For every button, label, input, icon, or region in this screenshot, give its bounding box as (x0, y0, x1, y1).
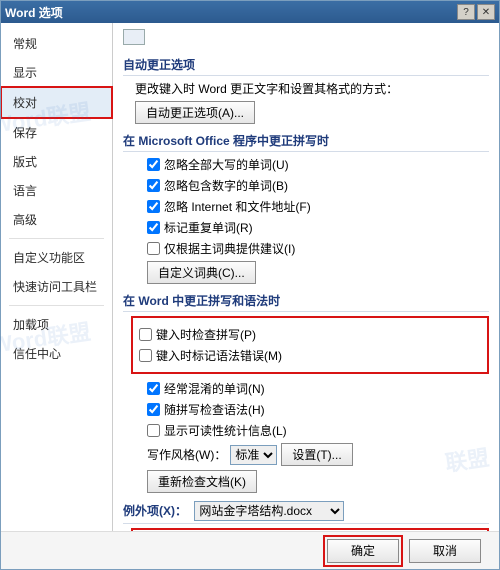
cb-flag-repeated[interactable]: 标记重复单词(R) (147, 219, 253, 236)
section-exceptions: 例外项(X)： 网站金字塔结构.docx (123, 501, 489, 524)
top-icon-row (123, 29, 489, 48)
title-text: Word 选项 (5, 4, 455, 21)
cb-check-grammar-with-spelling[interactable]: 随拼写检查语法(H) (147, 401, 265, 418)
sidebar: Word联盟 Word联盟 常规 显示 校对 保存 版式 语言 高级 自定义功能… (1, 23, 113, 531)
cb-ignore-internet[interactable]: 忽略 Internet 和文件地址(F) (147, 198, 311, 215)
cancel-button[interactable]: 取消 (409, 539, 481, 563)
word-options-dialog: Word 选项 ? ✕ Word联盟 Word联盟 常规 显示 校对 保存 版式… (0, 0, 500, 570)
sidebar-item-save[interactable]: 保存 (1, 118, 112, 147)
cb-ignore-numbers[interactable]: 忽略包含数字的单词(B) (147, 177, 288, 194)
cb-main-dict-only[interactable]: 仅根据主词典提供建议(I) (147, 240, 295, 257)
autocorrect-options-button[interactable]: 自动更正选项(A)... (135, 101, 255, 124)
divider (9, 305, 104, 306)
dialog-footer: 确定 取消 (1, 531, 499, 569)
section-autocorrect-options: 自动更正选项 (123, 56, 489, 76)
close-button[interactable]: ✕ (477, 4, 495, 20)
cb-mark-grammar-as-type[interactable]: 键入时标记语法错误(M) (139, 347, 282, 364)
titlebar: Word 选项 ? ✕ (1, 1, 499, 23)
section-word-spelling-grammar: 在 Word 中更正拼写和语法时 (123, 292, 489, 312)
sidebar-item-proofing[interactable]: 校对 (1, 87, 112, 118)
cb-ignore-uppercase[interactable]: 忽略全部大写的单词(U) (147, 156, 289, 173)
sidebar-item-addins[interactable]: 加载项 (1, 310, 112, 339)
highlighted-options-box: 键入时检查拼写(P) 键入时标记语法错误(M) (131, 316, 489, 374)
divider (9, 238, 104, 239)
recheck-document-button[interactable]: 重新检查文档(K) (147, 470, 257, 493)
sidebar-item-language[interactable]: 语言 (1, 176, 112, 205)
cb-check-spelling-as-type[interactable]: 键入时检查拼写(P) (139, 326, 256, 343)
cb-confused-words[interactable]: 经常混淆的单词(N) (147, 380, 265, 397)
settings-button[interactable]: 设置(T)... (281, 443, 352, 466)
content-pane: 联盟 自动更正选项 更改键入时 Word 更正文字和设置其格式的方式： 自动更正… (113, 23, 499, 531)
dialog-body: Word联盟 Word联盟 常规 显示 校对 保存 版式 语言 高级 自定义功能… (1, 23, 499, 531)
writing-style-label: 写作风格(W)： (147, 446, 226, 463)
section-office-spelling: 在 Microsoft Office 程序中更正拼写时 (123, 132, 489, 152)
autocorrect-row: 更改键入时 Word 更正文字和设置其格式的方式： 自动更正选项(A)... (135, 80, 489, 124)
exceptions-document-select[interactable]: 网站金字塔结构.docx (194, 501, 344, 521)
exceptions-label: 例外项(X)： (123, 504, 187, 518)
sidebar-item-advanced[interactable]: 高级 (1, 205, 112, 234)
cb-show-readability[interactable]: 显示可读性统计信息(L) (147, 422, 287, 439)
sidebar-item-general[interactable]: 常规 (1, 29, 112, 58)
sidebar-item-display[interactable]: 显示 (1, 58, 112, 87)
sidebar-item-quick-access[interactable]: 快速访问工具栏 (1, 272, 112, 301)
writing-style-select[interactable]: 标准 (230, 445, 277, 465)
abc-icon (123, 29, 145, 45)
sidebar-item-trust-center[interactable]: 信任中心 (1, 339, 112, 368)
ok-button[interactable]: 确定 (327, 539, 399, 563)
custom-dictionaries-button[interactable]: 自定义词典(C)... (147, 261, 256, 284)
sidebar-item-layout[interactable]: 版式 (1, 147, 112, 176)
help-button[interactable]: ? (457, 4, 475, 20)
highlighted-exceptions-box: 只隐藏此文档中的拼写错误(S) 只隐藏此文档中的语法错误(D) (131, 528, 489, 531)
sidebar-item-customize-ribbon[interactable]: 自定义功能区 (1, 243, 112, 272)
autocorrect-label: 更改键入时 Word 更正文字和设置其格式的方式： (135, 80, 398, 97)
